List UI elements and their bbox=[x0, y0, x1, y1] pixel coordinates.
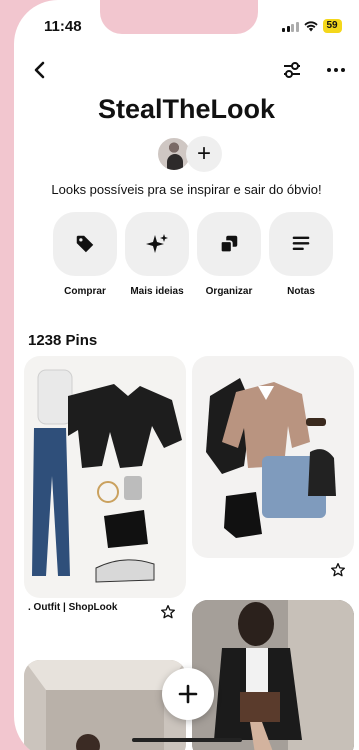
action-comprar[interactable]: Comprar bbox=[50, 212, 120, 297]
action-label: Organizar bbox=[205, 286, 253, 297]
pin-outfit-collage[interactable] bbox=[24, 356, 186, 598]
action-mais-ideias[interactable]: Mais ideias bbox=[122, 212, 192, 297]
wifi-icon bbox=[303, 20, 318, 31]
more-options-button[interactable] bbox=[324, 58, 348, 82]
notes-icon bbox=[292, 236, 310, 251]
pin-image bbox=[24, 660, 186, 750]
board-title: StealTheLook bbox=[97, 94, 276, 124]
back-button[interactable] bbox=[28, 58, 52, 82]
action-label: Notas bbox=[287, 286, 315, 297]
status-time: 11:48 bbox=[44, 18, 82, 35]
sliders-icon bbox=[284, 62, 300, 78]
top-bar bbox=[14, 56, 359, 84]
pin-image bbox=[192, 600, 354, 750]
plus-icon bbox=[178, 684, 198, 704]
tag-icon bbox=[76, 235, 94, 253]
pin-sweater-outfit[interactable] bbox=[192, 356, 354, 558]
notch bbox=[100, 0, 258, 34]
pins-count: 1238 Pins bbox=[28, 332, 98, 349]
action-circle[interactable] bbox=[53, 212, 117, 276]
battery-indicator: 59 bbox=[322, 19, 342, 33]
action-label: Comprar bbox=[64, 286, 106, 297]
action-notas[interactable]: Notas bbox=[266, 212, 336, 297]
phone-screen: 11:48 59 StealTheLook + Looks possíveis … bbox=[14, 0, 359, 750]
plus-icon: + bbox=[196, 140, 211, 167]
pin-image bbox=[206, 378, 336, 538]
signal-icon bbox=[282, 21, 299, 32]
action-organizar[interactable]: Organizar bbox=[194, 212, 264, 297]
filter-button[interactable] bbox=[280, 58, 304, 82]
board-description: Looks possíveis pra se inspirar e sair d… bbox=[51, 182, 322, 197]
board-actions: Comprar Mais ideias Organizar Notas bbox=[50, 212, 340, 302]
action-circle[interactable] bbox=[125, 212, 189, 276]
collaborators: + bbox=[154, 134, 224, 174]
action-label: Mais ideias bbox=[130, 286, 184, 297]
pin-caption[interactable]: . Outfit | ShopLook bbox=[28, 602, 117, 613]
action-circle[interactable] bbox=[197, 212, 261, 276]
add-collaborator-button[interactable]: + bbox=[186, 136, 222, 172]
star-icon[interactable] bbox=[160, 604, 176, 620]
action-circle[interactable] bbox=[269, 212, 333, 276]
chevron-left-icon bbox=[34, 61, 45, 79]
star-icon[interactable] bbox=[330, 562, 346, 578]
home-indicator bbox=[132, 738, 242, 742]
sparkle-icon bbox=[146, 234, 168, 253]
add-pin-button[interactable] bbox=[162, 668, 214, 720]
ellipsis-icon bbox=[327, 68, 345, 72]
pin-image bbox=[32, 369, 182, 583]
pin-interior-photo[interactable] bbox=[24, 660, 186, 750]
organize-icon bbox=[219, 235, 238, 254]
status-icons: 59 bbox=[282, 19, 342, 33]
pin-street-photo[interactable] bbox=[192, 600, 354, 750]
